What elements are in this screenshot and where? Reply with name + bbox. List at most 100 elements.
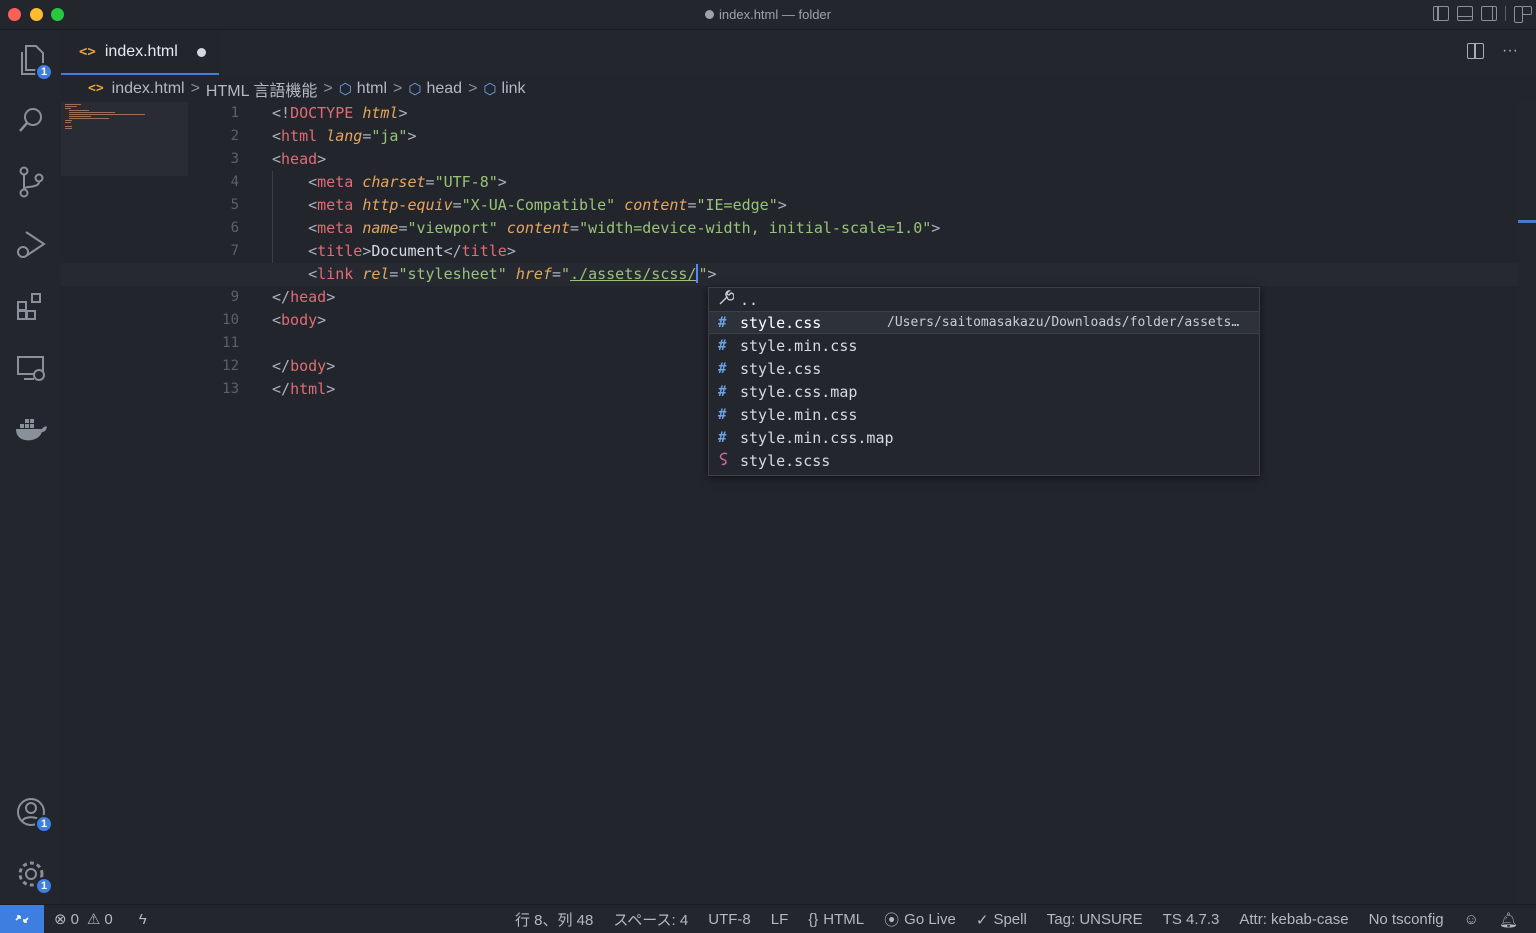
explorer-badge: 1 (35, 63, 53, 81)
divider (1505, 6, 1506, 21)
minimap-line (65, 104, 81, 105)
problems-indicator[interactable]: ⊗ 0 ⚠ 0 ϟ (54, 910, 147, 929)
accounts-badge: 1 (35, 815, 53, 833)
line-number: 9 (230, 289, 239, 305)
attr-case[interactable]: Attr: kebab-case (1239, 911, 1348, 928)
code-line: <head> (272, 150, 327, 168)
remote-explorer-icon[interactable] (13, 350, 49, 386)
encoding[interactable]: UTF-8 (708, 911, 751, 928)
activity-bar: 1 1 1 (0, 30, 61, 904)
chevron-right-icon: > (468, 79, 478, 97)
tab-index-html[interactable]: <> index.html (61, 30, 219, 75)
title-bar: index.html — folder (0, 0, 1536, 30)
tab-label: index.html (104, 42, 178, 60)
minimap-line (69, 118, 109, 119)
breadcrumb-file[interactable]: index.html (112, 80, 185, 98)
error-count: 0 (70, 910, 79, 928)
html-file-icon: <> (79, 43, 96, 60)
status-bar-right: 行 8、列 48 スペース: 4 UTF-8 LF {} HTML ⦿ Go Liv… (515, 905, 1518, 933)
broadcast-icon: ⦿ (884, 912, 900, 929)
line-number: 10 (222, 312, 239, 328)
braces-icon: {} (808, 911, 819, 928)
more-actions-icon[interactable]: ··· (1502, 42, 1518, 60)
suggestion-item[interactable]: # style.css.map (709, 380, 1259, 403)
window-title: index.html — folder (0, 7, 1536, 22)
suggestion-item[interactable]: # style.min.css (709, 334, 1259, 357)
autocomplete-widget: .. # style.css /Users/saitomasakazu/Down… (708, 287, 1260, 476)
symbol-element-icon: ⬡ (338, 80, 352, 98)
accounts-icon[interactable]: 1 (13, 794, 53, 833)
breadcrumb-item-html[interactable]: html (357, 80, 387, 98)
minimap[interactable] (61, 102, 188, 176)
manage-gear-icon[interactable]: 1 (13, 856, 53, 895)
sass-icon (718, 452, 740, 470)
source-control-icon[interactable] (13, 164, 49, 200)
explorer-icon[interactable]: 1 (13, 42, 53, 81)
minimap-line (65, 122, 71, 123)
line-number: 6 (230, 220, 239, 236)
line-number: 7 (230, 243, 239, 259)
breadcrumb-item-link[interactable]: link (502, 80, 526, 98)
line-number: 5 (230, 197, 239, 213)
code-line: <html lang="ja"> (272, 127, 417, 145)
search-icon[interactable] (13, 102, 49, 138)
breadcrumb-item-head[interactable]: head (426, 80, 462, 98)
toggle-panel-icon[interactable] (1457, 6, 1473, 21)
suggestion-item[interactable]: # style.min.css.map (709, 426, 1259, 449)
editor-actions: ··· (1467, 42, 1518, 60)
spell-check[interactable]: ✓ Spell (976, 911, 1027, 929)
code-line: <title>Document</title> (308, 242, 516, 260)
indentation[interactable]: スペース: 4 (613, 909, 688, 930)
code-line: <meta http-equiv="X-UA-Compatible" conte… (308, 196, 787, 214)
minimap-line (69, 112, 115, 113)
css-file-icon: # (718, 314, 727, 331)
cursor-position[interactable]: 行 8、列 48 (515, 909, 593, 930)
line-number: 2 (230, 128, 239, 144)
typescript-version[interactable]: TS 4.7.3 (1163, 911, 1220, 928)
suggestion-detail: /Users/saitomasakazu/Downloads/folder/as… (887, 315, 1240, 330)
language-mode[interactable]: {} HTML (808, 911, 864, 928)
html-file-icon: <> (88, 81, 104, 96)
breadcrumb-item-language[interactable]: HTML 言語機能 (206, 77, 317, 101)
unsaved-indicator-icon[interactable] (197, 48, 206, 57)
css-file-icon: # (718, 406, 727, 423)
chevron-right-icon: > (323, 79, 333, 97)
warning-count: 0 (104, 910, 113, 928)
remote-indicator-icon[interactable] (0, 904, 44, 933)
split-editor-icon[interactable] (1467, 43, 1485, 59)
toggle-primary-sidebar-icon[interactable] (1433, 6, 1449, 21)
css-file-icon: # (718, 383, 727, 400)
minimap-line (65, 108, 71, 109)
code-line: <!DOCTYPE html> (272, 104, 408, 122)
notifications-bell-icon[interactable]: 🔔︎ (1499, 911, 1518, 929)
lightning-icon[interactable]: ϟ (139, 911, 147, 928)
layout-controls (1433, 6, 1532, 23)
suggestion-item[interactable]: # style.min.css (709, 403, 1259, 426)
suggestion-item[interactable]: # style.css (709, 357, 1259, 380)
suggestion-parent-folder[interactable]: .. (709, 288, 1259, 311)
docker-icon[interactable] (13, 412, 49, 448)
run-debug-icon[interactable] (13, 226, 49, 262)
breadcrumb: <> index.html > HTML 言語機能 > ⬡ html > ⬡ h… (61, 75, 1536, 102)
end-of-line[interactable]: LF (771, 911, 789, 928)
editor[interactable]: 1 2 3 4 5 6 7 8 9 10 11 12 13 <!DOCTYPE … (61, 102, 1536, 904)
go-live-button[interactable]: ⦿ Go Live (884, 909, 956, 930)
toggle-secondary-sidebar-icon[interactable] (1481, 6, 1497, 21)
tsconfig-status[interactable]: No tsconfig (1369, 911, 1444, 928)
css-file-icon: # (718, 360, 727, 377)
suggestion-item[interactable]: style.scss (709, 449, 1259, 472)
feedback-icon[interactable]: ☺ (1464, 911, 1479, 928)
line-number: 12 (222, 358, 239, 374)
line-number: 3 (230, 151, 239, 167)
suggestion-item-selected[interactable]: # style.css /Users/saitomasakazu/Downloa… (709, 311, 1259, 334)
css-file-icon: # (718, 337, 727, 354)
wrench-icon (718, 289, 740, 310)
line-number: 4 (230, 174, 239, 190)
vertical-scrollbar[interactable] (1518, 102, 1536, 904)
customize-layout-icon[interactable] (1514, 6, 1532, 23)
symbol-element-icon: ⬡ (408, 80, 422, 98)
extensions-icon[interactable] (13, 288, 49, 324)
tag-case[interactable]: Tag: UNSURE (1047, 911, 1143, 928)
settings-badge: 1 (35, 877, 53, 895)
code-line: <meta name="viewport" content="width=dev… (308, 219, 941, 237)
